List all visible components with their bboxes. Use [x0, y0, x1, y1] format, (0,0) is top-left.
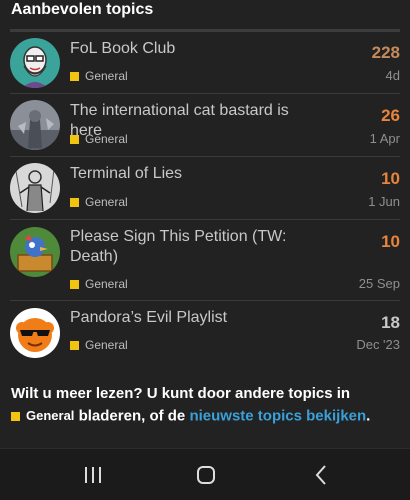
- activity-time[interactable]: 25 Sep: [359, 276, 400, 291]
- read-more-text-end: .: [366, 407, 371, 425]
- reply-count: 10: [381, 169, 400, 188]
- category-color-square: [70, 340, 79, 350]
- activity-time[interactable]: Dec '23: [356, 337, 400, 352]
- sketch-figure-avatar-icon[interactable]: [10, 163, 60, 213]
- topic-title[interactable]: FoL Book Club: [70, 39, 320, 59]
- statue-avatar-icon[interactable]: [10, 100, 60, 150]
- section-title: Aanbevolen topics: [11, 1, 154, 18]
- topic-row[interactable]: FoL Book Club General 228 4d: [10, 32, 400, 94]
- category-color-square: [70, 134, 79, 144]
- suggested-topics-screen: Aanbevolen topics FoL Book Club General: [0, 0, 410, 500]
- topic-list: FoL Book Club General 228 4d The interna…: [10, 32, 400, 362]
- reply-count: 26: [381, 106, 400, 125]
- read-more-text: Wilt u meer lezen? U kunt door andere to…: [11, 385, 351, 402]
- category-color-square: [11, 411, 20, 421]
- topic-row[interactable]: The international cat bastard is here Ge…: [10, 94, 400, 157]
- category-badge[interactable]: General: [70, 132, 128, 146]
- activity-time[interactable]: 1 Jun: [368, 194, 400, 209]
- back-icon[interactable]: [306, 461, 336, 489]
- category-badge[interactable]: General: [70, 69, 128, 83]
- topic-row[interactable]: Please Sign This Petition (TW: Death) Ge…: [10, 220, 400, 301]
- category-label: General: [85, 277, 128, 291]
- reply-count: 10: [381, 232, 400, 251]
- category-color-square: [70, 71, 79, 81]
- topic-row[interactable]: Terminal of Lies General 10 1 Jun: [10, 157, 400, 220]
- read-more-text-middle: bladeren, of de: [78, 407, 186, 425]
- category-color-square: [70, 197, 79, 207]
- category-label: General: [85, 132, 128, 146]
- bearded-man-avatar-icon[interactable]: [10, 38, 60, 88]
- category-label: General: [85, 69, 128, 83]
- category-link[interactable]: General: [11, 405, 74, 427]
- category-label: General: [85, 338, 128, 352]
- latest-topics-link[interactable]: nieuwste topics bekijken: [189, 408, 366, 425]
- cartoon-bird-avatar-icon[interactable]: [10, 227, 60, 277]
- reply-count: 18: [381, 313, 400, 332]
- activity-time[interactable]: 1 Apr: [370, 131, 400, 146]
- category-color-square: [70, 279, 79, 289]
- category-badge[interactable]: General: [70, 338, 128, 352]
- category-label: General: [26, 408, 75, 423]
- reply-count: 228: [371, 43, 400, 62]
- sunglasses-avatar-icon[interactable]: [10, 308, 60, 358]
- recent-apps-icon[interactable]: [78, 461, 108, 489]
- activity-time[interactable]: 4d: [386, 68, 400, 83]
- category-badge[interactable]: General: [70, 195, 128, 209]
- topic-title[interactable]: Terminal of Lies: [70, 164, 320, 184]
- topic-row[interactable]: Pandora’s Evil Playlist General 18 Dec '…: [10, 301, 400, 362]
- category-badge[interactable]: General: [70, 277, 128, 291]
- topic-title[interactable]: Pandora’s Evil Playlist: [70, 308, 320, 328]
- system-navigation-bar: [0, 448, 410, 500]
- read-more-message: Wilt u meer lezen? U kunt door andere to…: [11, 383, 396, 428]
- topic-title[interactable]: Please Sign This Petition (TW: Death): [70, 227, 320, 267]
- category-label: General: [85, 195, 128, 209]
- home-icon[interactable]: [191, 461, 221, 489]
